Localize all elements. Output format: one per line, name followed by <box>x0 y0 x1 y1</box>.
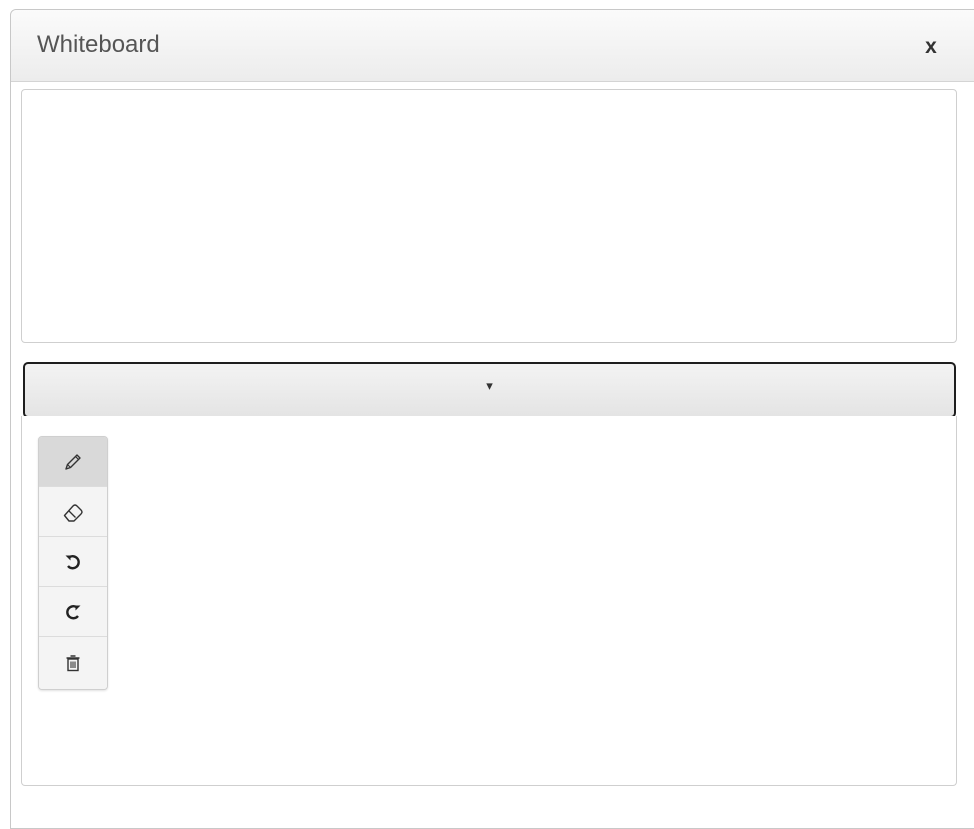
undo-button[interactable] <box>39 537 107 587</box>
dialog-titlebar[interactable]: Whiteboard x <box>11 10 974 82</box>
whiteboard-preview-area <box>21 89 957 343</box>
pen-tool-button[interactable] <box>39 437 107 487</box>
caret-down-icon: ▾ <box>486 378 493 393</box>
pencil-icon <box>63 452 83 472</box>
trash-icon <box>65 654 81 672</box>
drawing-canvas[interactable] <box>21 416 957 786</box>
toolbar-toggle-button[interactable]: ▾ <box>23 362 956 418</box>
eraser-tool-button[interactable] <box>39 487 107 537</box>
redo-icon <box>64 603 82 621</box>
close-button[interactable]: x <box>919 35 943 59</box>
dialog-title: Whiteboard <box>37 31 160 58</box>
undo-icon <box>64 553 82 571</box>
redo-button[interactable] <box>39 587 107 637</box>
drawing-toolbar <box>38 436 108 690</box>
clear-button[interactable] <box>39 637 107 689</box>
eraser-icon <box>62 502 84 522</box>
